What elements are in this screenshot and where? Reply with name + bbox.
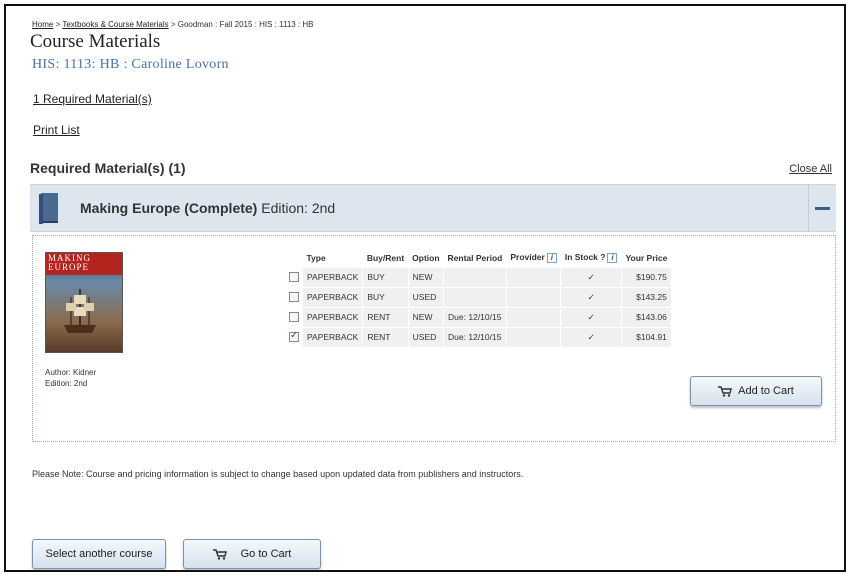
book-author: Author: Kidner bbox=[45, 368, 97, 377]
row-select-cell bbox=[288, 286, 303, 308]
cell-provider bbox=[505, 286, 562, 308]
print-list-link[interactable]: Print List bbox=[33, 123, 80, 137]
table-row: PAPERBACK RENT NEW Due: 12/10/15 ✓ $143.… bbox=[288, 306, 672, 328]
select-another-course-button[interactable]: Select another course bbox=[32, 539, 166, 569]
page-title: Course Materials bbox=[30, 31, 161, 52]
book-details-panel: MAKING EUROPE Author: Kidner Edition: 2n… bbox=[32, 235, 836, 442]
row-select-cell bbox=[288, 306, 303, 328]
cell-in-stock: ✓ bbox=[560, 266, 622, 288]
add-to-cart-label: Add to Cart bbox=[738, 385, 794, 397]
cell-type: PAPERBACK bbox=[301, 266, 364, 288]
breadcrumb-textbooks[interactable]: Textbooks & Course Materials bbox=[62, 20, 168, 29]
cell-type: PAPERBACK bbox=[301, 326, 364, 348]
collapse-button[interactable] bbox=[808, 185, 836, 231]
breadcrumb-home[interactable]: Home bbox=[32, 20, 53, 29]
purchase-options-table: Type Buy/Rent Option Rental Period Provi… bbox=[288, 248, 672, 348]
col-provider: Provider bbox=[510, 251, 545, 262]
cell-option: NEW bbox=[407, 306, 445, 328]
cart-icon bbox=[212, 548, 227, 560]
cell-provider bbox=[505, 266, 562, 288]
row-select-cell bbox=[288, 266, 303, 288]
col-in-stock-cell: In Stock ? i bbox=[561, 248, 622, 267]
book-header-bar[interactable]: Making Europe (Complete) Edition: 2nd bbox=[30, 184, 836, 232]
table-row: PAPERBACK BUY NEW ✓ $190.75 bbox=[288, 266, 672, 288]
table-row: PAPERBACK BUY USED ✓ $143.25 bbox=[288, 286, 672, 308]
cover-title-band: MAKING EUROPE bbox=[46, 253, 122, 275]
cell-option: NEW bbox=[407, 266, 445, 288]
cell-rental-period: Due: 12/10/15 bbox=[443, 306, 507, 328]
go-to-cart-button[interactable]: Go to Cart bbox=[183, 539, 321, 569]
book-icon bbox=[39, 193, 58, 224]
course-heading: HIS: 1113: HB : Caroline Lovorn bbox=[32, 57, 229, 72]
cell-price: $143.06 bbox=[620, 306, 672, 328]
book-title: Making Europe (Complete) bbox=[80, 200, 258, 216]
cell-provider bbox=[505, 326, 562, 348]
cell-in-stock: ✓ bbox=[560, 326, 622, 348]
col-buy-rent: Buy/Rent bbox=[366, 252, 405, 263]
cell-buy-rent: RENT bbox=[362, 326, 409, 348]
col-option: Option bbox=[412, 252, 440, 263]
row-checkbox[interactable] bbox=[289, 312, 299, 323]
required-materials-link[interactable]: 1 Required Material(s) bbox=[33, 92, 152, 106]
cart-icon bbox=[718, 385, 733, 397]
book-cover-image: MAKING EUROPE bbox=[45, 252, 123, 353]
add-to-cart-button[interactable]: Add to Cart bbox=[690, 376, 822, 406]
cell-option: USED bbox=[407, 326, 445, 348]
cover-title: MAKING EUROPE bbox=[48, 254, 91, 272]
breadcrumb: Home > Textbooks & Course Materials > Go… bbox=[32, 20, 314, 29]
cell-price: $190.75 bbox=[620, 266, 672, 288]
col-rental-period: Rental Period bbox=[447, 252, 503, 263]
required-materials-heading: Required Material(s) (1) bbox=[30, 160, 186, 176]
provider-info-icon[interactable]: i bbox=[546, 252, 557, 263]
in-stock-info-icon[interactable]: i bbox=[607, 252, 618, 263]
cell-rental-period bbox=[443, 286, 507, 308]
cell-buy-rent: BUY bbox=[362, 266, 409, 288]
table-row: PAPERBACK RENT USED Due: 12/10/15 ✓ $104… bbox=[288, 326, 672, 348]
cover-title-line2: EUROPE bbox=[48, 262, 90, 272]
cell-in-stock: ✓ bbox=[560, 286, 622, 308]
cell-type: PAPERBACK bbox=[301, 306, 364, 328]
book-meta: Author: Kidner Edition: 2nd bbox=[45, 367, 96, 389]
checkbox-header bbox=[289, 248, 303, 267]
row-select-cell bbox=[288, 326, 303, 348]
book-edition-label: Edition: 2nd bbox=[261, 200, 336, 216]
cell-rental-period: Due: 12/10/15 bbox=[443, 326, 507, 348]
go-to-cart-label: Go to Cart bbox=[240, 548, 292, 560]
cell-price: $143.25 bbox=[620, 286, 672, 308]
page-frame: Home > Textbooks & Course Materials > Go… bbox=[4, 4, 846, 572]
book-title-line: Making Europe (Complete) Edition: 2nd bbox=[80, 200, 335, 216]
cell-type: PAPERBACK bbox=[301, 286, 364, 308]
pricing-note: Please Note: Course and pricing informat… bbox=[32, 469, 524, 479]
breadcrumb-separator: > bbox=[55, 20, 61, 29]
row-checkbox[interactable] bbox=[289, 272, 299, 283]
cell-rental-period bbox=[443, 266, 507, 288]
cell-in-stock: ✓ bbox=[560, 306, 622, 328]
minus-icon bbox=[815, 207, 830, 210]
row-checkbox[interactable] bbox=[289, 292, 299, 303]
breadcrumb-current: > Goodman : Fall 2015 : HIS : 1113 : HB bbox=[170, 20, 314, 29]
col-price: Your Price bbox=[625, 252, 668, 263]
cell-buy-rent: RENT bbox=[362, 306, 409, 328]
select-another-course-label: Select another course bbox=[45, 548, 153, 560]
close-all-link[interactable]: Close All bbox=[789, 163, 832, 175]
col-type: Type bbox=[306, 252, 326, 263]
row-checkbox[interactable] bbox=[289, 330, 299, 343]
cell-buy-rent: BUY bbox=[362, 286, 409, 308]
cell-provider bbox=[505, 306, 562, 328]
col-provider-cell: Provider i bbox=[506, 248, 561, 267]
cell-option: USED bbox=[407, 286, 445, 308]
book-edition: Edition: 2nd bbox=[45, 379, 88, 388]
col-in-stock: In Stock ? bbox=[564, 251, 606, 262]
cell-price: $104.91 bbox=[620, 326, 672, 348]
ship-illustration-icon bbox=[64, 289, 96, 333]
